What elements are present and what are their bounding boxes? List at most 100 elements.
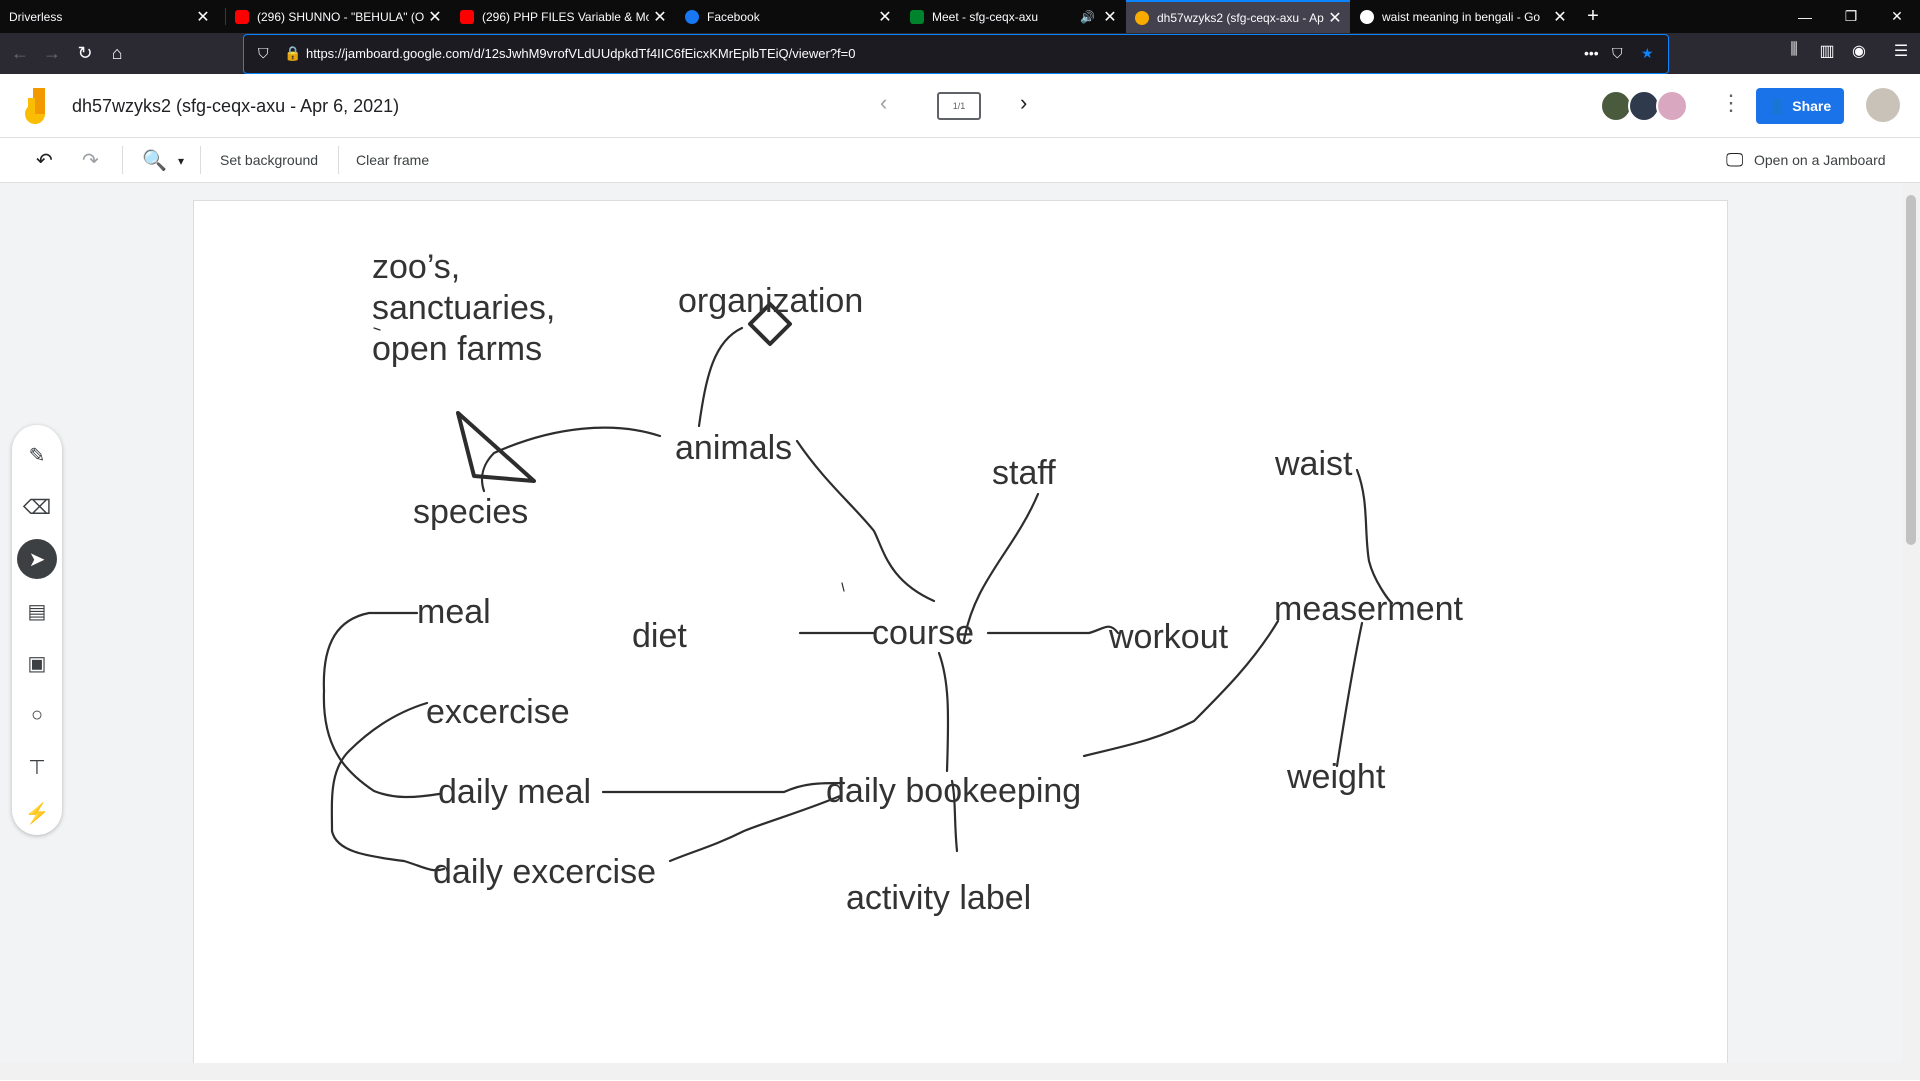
close-icon[interactable]: ✕	[1099, 7, 1121, 27]
text-box-icon[interactable]: ⊤	[17, 747, 57, 787]
tab-google-search[interactable]: waist meaning in bengali - Go ✕	[1351, 0, 1575, 33]
eraser-icon[interactable]: ⌫	[17, 487, 57, 527]
label-excercise[interactable]: excercise	[426, 693, 570, 731]
connector-line	[697, 326, 744, 428]
connector-line	[1355, 468, 1394, 605]
forward-icon[interactable]: →	[37, 38, 67, 68]
back-icon[interactable]: ←	[5, 38, 35, 68]
more-vert-icon[interactable]: ⋮	[1720, 90, 1742, 116]
page-actions-icon[interactable]: •••	[1584, 45, 1599, 61]
jamboard-toolbar: ↶ ↷ 🔍 ▾ Set background Clear frame 🖵 Ope…	[0, 138, 1920, 183]
sidebar-icon[interactable]: ▥	[1814, 41, 1840, 61]
jamboard-header: dh57wzyks2 (sfg-ceqx-axu - Apr 6, 2021) …	[0, 74, 1920, 138]
label-animals[interactable]: animals	[675, 429, 792, 467]
person-add-icon: 👤	[1768, 97, 1787, 114]
select-icon[interactable]: ➤	[17, 539, 57, 579]
collaborator-avatar[interactable]	[1656, 90, 1688, 122]
label-workout[interactable]: workout	[1108, 618, 1229, 656]
url-text[interactable]: https://jamboard.google.com/d/12sJwhM9vr…	[306, 46, 856, 61]
jamboard-icon	[1135, 10, 1149, 25]
whiteboard-drawing[interactable]: zoo’s, sanctuaries, open farms organizat…	[194, 201, 1729, 1081]
label-weight[interactable]: weight	[1286, 758, 1386, 796]
label-daily-meal[interactable]: daily meal	[438, 773, 591, 811]
tab-facebook[interactable]: Facebook ✕	[676, 0, 900, 33]
chevron-left-icon[interactable]: ‹	[880, 90, 887, 116]
pocket-icon[interactable]: ⛉	[1612, 45, 1623, 62]
close-icon[interactable]: ✕	[424, 7, 446, 27]
label-daily-excercise[interactable]: daily excercise	[433, 853, 656, 891]
shield-icon[interactable]: ⛉	[258, 45, 269, 62]
tab-jamboard[interactable]: dh57wzyks2 (sfg-ceqx-axu - Ap ✕	[1126, 0, 1350, 33]
home-icon[interactable]: ⌂	[102, 38, 132, 68]
speaker-icon[interactable]: 🔊	[1080, 10, 1095, 24]
zoom-icon[interactable]: 🔍	[142, 148, 167, 173]
close-icon[interactable]: ✕	[874, 7, 896, 27]
library-icon[interactable]: ⫼	[1781, 41, 1807, 59]
account-icon[interactable]: ◉	[1846, 41, 1872, 61]
tab-title: (296) SHUNNO - "BEHULA" (O	[257, 9, 424, 24]
toolbar-divider	[200, 146, 201, 174]
circle-icon[interactable]: ○	[17, 695, 57, 735]
vertical-scrollbar[interactable]	[1902, 183, 1920, 1063]
reload-icon[interactable]: ↻	[70, 38, 100, 68]
label-waist[interactable]: waist	[1274, 445, 1353, 483]
label-zoos[interactable]: zoo’s,	[372, 248, 460, 286]
label-organization[interactable]: organization	[678, 282, 863, 320]
label-species[interactable]: species	[413, 493, 528, 531]
label-course[interactable]: course	[872, 614, 974, 652]
new-tab-button[interactable]: +	[1578, 0, 1608, 33]
image-icon[interactable]: ▣	[17, 643, 57, 683]
set-background-button[interactable]: Set background	[220, 152, 318, 168]
sticky-note-icon[interactable]: ▤	[17, 591, 57, 631]
undo-icon[interactable]: ↶	[36, 148, 53, 173]
open-on-jamboard-button[interactable]: Open on a Jamboard	[1754, 152, 1886, 168]
scrollbar-thumb[interactable]	[1906, 195, 1916, 545]
pen-icon[interactable]: ✎	[17, 435, 57, 475]
label-open-farms[interactable]: open farms	[372, 330, 542, 368]
user-avatar[interactable]	[1866, 88, 1900, 122]
clear-frame-button[interactable]: Clear frame	[356, 152, 429, 168]
youtube-icon	[235, 9, 249, 24]
label-measerment[interactable]: measerment	[1274, 590, 1464, 628]
url-bar[interactable]: ⛉ 🔒 https://jamboard.google.com/d/12sJwh…	[243, 34, 1669, 74]
tab-meet[interactable]: Meet - sfg-ceqx-axu 🔊 ✕	[901, 0, 1125, 33]
close-icon[interactable]: ✕	[192, 7, 214, 27]
cast-icon[interactable]: 🖵	[1726, 150, 1743, 171]
stray-mark	[841, 582, 845, 592]
horizontal-scrollbar[interactable]	[0, 1063, 1920, 1080]
tab-driverless[interactable]: Driverless ✕	[0, 0, 218, 33]
menu-icon[interactable]: ☰	[1888, 41, 1914, 61]
share-button[interactable]: 👤 Share	[1756, 88, 1844, 124]
browser-tab-strip: Driverless ✕ (296) SHUNNO - "BEHULA" (O …	[0, 0, 1920, 33]
frame-bar-button[interactable]: 1/1	[937, 92, 981, 120]
connector-line	[1335, 621, 1364, 768]
connector-line	[937, 651, 950, 773]
restore-icon[interactable]: ❐	[1828, 0, 1874, 33]
minimize-icon[interactable]: —	[1782, 0, 1828, 33]
toolbar-divider	[338, 146, 339, 174]
label-daily-bookkeeping[interactable]: daily bookeeping	[826, 772, 1081, 810]
close-icon[interactable]: ✕	[1549, 7, 1571, 27]
close-icon[interactable]: ✕	[1324, 8, 1346, 28]
bookmark-star-icon[interactable]: ★	[1641, 45, 1654, 62]
close-window-icon[interactable]: ✕	[1874, 0, 1920, 33]
jamboard-logo[interactable]	[22, 88, 52, 124]
meet-icon	[910, 9, 924, 24]
redo-icon[interactable]: ↷	[82, 148, 99, 173]
label-sanctuaries[interactable]: sanctuaries,	[372, 289, 555, 327]
label-meal[interactable]: meal	[417, 593, 491, 631]
chevron-down-icon[interactable]: ▾	[178, 154, 184, 168]
tab-title: Facebook	[707, 9, 760, 24]
close-icon[interactable]: ✕	[649, 7, 671, 27]
connector-line	[601, 781, 846, 794]
label-diet[interactable]: diet	[632, 617, 687, 655]
lock-icon[interactable]: 🔒	[284, 45, 301, 62]
label-staff[interactable]: staff	[992, 454, 1056, 492]
chevron-right-icon[interactable]: ›	[1020, 90, 1027, 116]
tab-youtube-php[interactable]: (296) PHP FILES Variable & Mo ✕	[451, 0, 675, 33]
whiteboard-frame[interactable]: zoo’s, sanctuaries, open farms organizat…	[193, 200, 1728, 1080]
laser-icon[interactable]: ⚡	[17, 793, 57, 833]
tab-youtube-shunno[interactable]: (296) SHUNNO - "BEHULA" (O ✕	[226, 0, 450, 33]
label-activity-label[interactable]: activity label	[846, 879, 1031, 917]
page-title[interactable]: dh57wzyks2 (sfg-ceqx-axu - Apr 6, 2021)	[72, 96, 399, 117]
